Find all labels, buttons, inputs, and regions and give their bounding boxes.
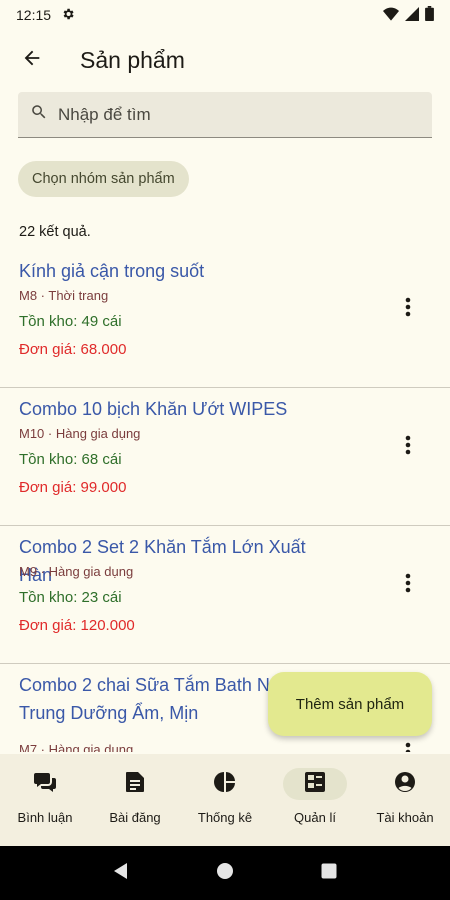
product-stock: Tồn kho: 23 cái <box>19 589 122 606</box>
list-item[interactable]: Combo 2 Set 2 Khăn Tắm Lớn Xuất Hàn M9 ·… <box>0 526 450 664</box>
page-title: Sản phẩm <box>80 46 185 73</box>
result-count: 22 kết quả. <box>19 224 91 240</box>
status-bar: 12:15 <box>0 0 450 30</box>
nav-label: Quản lí <box>294 810 336 825</box>
search-field[interactable] <box>18 92 432 138</box>
product-name: Combo 2 Set 2 Khăn Tắm Lớn Xuất Hàn <box>19 537 306 585</box>
app-bar: Sản phẩm <box>0 38 450 82</box>
list-item[interactable]: Combo 10 bịch Khăn Ướt WIPES M10 · Hàng … <box>0 388 450 526</box>
comments-icon <box>33 771 57 798</box>
more-vert-icon <box>405 297 411 322</box>
pie-chart-icon <box>214 771 236 798</box>
product-name: Combo 10 bịch Khăn Ướt WIPES <box>19 399 288 419</box>
product-meta: M9 · Hàng gia dụng <box>19 564 134 579</box>
nav-item-account[interactable]: Tài khoản <box>360 754 450 846</box>
more-options-button[interactable] <box>396 297 420 321</box>
more-options-button[interactable] <box>396 435 420 459</box>
arrow-back-icon <box>21 47 43 74</box>
nav-label: Bình luận <box>17 810 73 825</box>
nav-recents-icon[interactable] <box>321 863 337 884</box>
nav-label: Tài khoản <box>376 810 434 825</box>
more-options-button[interactable] <box>396 573 420 597</box>
list-item[interactable]: Kính giả cận trong suốt M8 · Thời trang … <box>0 250 450 388</box>
manage-icon <box>304 771 326 798</box>
product-price: Đơn giá: 99.000 <box>19 479 127 496</box>
more-vert-icon <box>405 435 411 460</box>
product-group-filter-chip[interactable]: Chọn nhóm sản phẩm <box>18 161 189 197</box>
nav-item-statistics[interactable]: Thống kê <box>180 754 270 846</box>
product-meta: M8 · Thời trang <box>19 288 109 303</box>
product-stock: Tồn kho: 49 cái <box>19 313 122 330</box>
product-meta: M10 · Hàng gia dụng <box>19 426 141 441</box>
add-product-button[interactable]: Thêm sản phẩm <box>268 672 432 736</box>
nav-label: Thống kê <box>197 810 253 825</box>
settings-icon <box>61 7 75 24</box>
nav-home-icon[interactable] <box>216 862 234 885</box>
product-price: Đơn giá: 68.000 <box>19 341 127 358</box>
nav-label: Bài đăng <box>109 810 161 825</box>
nav-item-manage[interactable]: Quản lí <box>270 754 360 846</box>
more-options-button[interactable] <box>396 742 420 752</box>
post-icon <box>125 771 145 798</box>
more-vert-icon <box>405 573 411 598</box>
search-input[interactable] <box>58 104 398 125</box>
battery-icon <box>425 6 434 24</box>
nav-back-icon[interactable] <box>113 862 129 885</box>
nav-active-indicator <box>283 768 347 800</box>
wifi-icon <box>383 7 399 24</box>
bottom-navigation: Bình luận Bài đăng Thống kê Quản lí Tài … <box>0 754 450 846</box>
signal-icon <box>405 6 419 24</box>
back-button[interactable] <box>10 38 54 82</box>
status-time: 12:15 <box>16 7 52 23</box>
account-icon <box>394 771 416 798</box>
nav-item-posts[interactable]: Bài đăng <box>90 754 180 846</box>
product-meta: M7 · Hàng gia dụng <box>19 742 134 752</box>
product-name: Kính giả cận trong suốt <box>19 261 205 281</box>
more-vert-icon <box>405 742 411 752</box>
product-stock: Tồn kho: 68 cái <box>19 451 122 468</box>
product-price: Đơn giá: 120.000 <box>19 617 135 634</box>
search-icon <box>30 103 48 126</box>
system-navigation-bar <box>0 846 450 900</box>
nav-item-comments[interactable]: Bình luận <box>0 754 90 846</box>
